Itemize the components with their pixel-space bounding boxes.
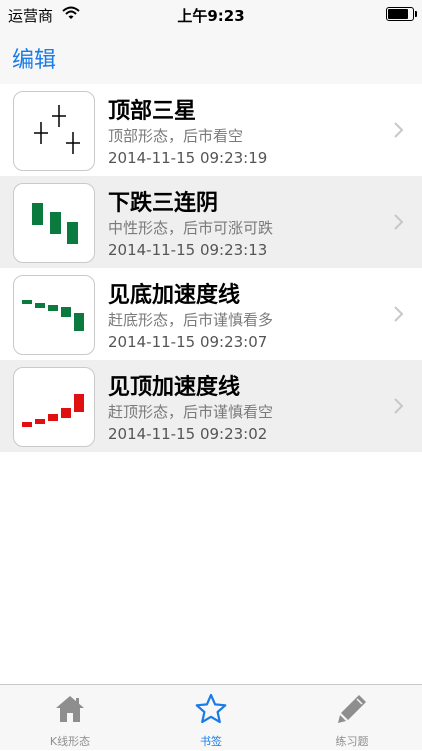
- status-time: 上午9:23: [177, 7, 245, 25]
- bookmark-title: 顶部三星: [108, 99, 197, 124]
- three-falling-bearish-candles-icon: [13, 183, 95, 263]
- chevron-right-icon: [394, 214, 404, 230]
- status-bar: 运营商 上午9:23: [0, 0, 422, 28]
- bookmark-date: 2014-11-15 09:23:07: [108, 333, 268, 351]
- bottom-acceleration-line-icon: [13, 275, 95, 355]
- bookmark-date: 2014-11-15 09:23:19: [108, 149, 268, 167]
- bookmark-title: 见底加速度线: [108, 283, 241, 308]
- chevron-right-icon: [394, 122, 404, 138]
- star-icon: [195, 693, 227, 724]
- chevron-right-icon: [394, 398, 404, 414]
- bookmark-date: 2014-11-15 09:23:02: [108, 425, 268, 443]
- bookmark-date: 2014-11-15 09:23:13: [108, 241, 268, 259]
- pencil-icon: [338, 695, 366, 723]
- bookmark-subtitle: 顶部形态，后市看空: [108, 127, 244, 145]
- tab-bar: K线形态 书签 练习题: [0, 684, 422, 750]
- tab-label: 书签: [200, 735, 222, 748]
- bookmark-title: 见顶加速度线: [108, 375, 241, 400]
- tab-bookmarks[interactable]: 书签: [141, 685, 281, 751]
- bookmark-title: 下跌三连阴: [108, 191, 219, 216]
- bookmark-list: 顶部三星 顶部形态，后市看空 2014-11-15 09:23:19 下跌三连阴…: [0, 84, 422, 452]
- bookmark-subtitle: 中性形态，后市可涨可跌: [108, 219, 274, 237]
- list-item[interactable]: 见顶加速度线 赶顶形态，后市谨慎看空 2014-11-15 09:23:02: [0, 360, 422, 452]
- bookmark-subtitle: 赶底形态，后市谨慎看多: [108, 311, 274, 329]
- bookmark-subtitle: 赶顶形态，后市谨慎看空: [108, 403, 274, 421]
- list-item[interactable]: 顶部三星 顶部形态，后市看空 2014-11-15 09:23:19: [0, 84, 422, 176]
- list-item[interactable]: 见底加速度线 赶底形态，后市谨慎看多 2014-11-15 09:23:07: [0, 268, 422, 360]
- tab-label: K线形态: [49, 735, 91, 748]
- tab-label: 练习题: [335, 735, 369, 748]
- battery-icon: [386, 7, 417, 21]
- tab-k-line-patterns[interactable]: K线形态: [0, 685, 140, 751]
- home-icon: [56, 696, 84, 722]
- top-acceleration-line-icon: [13, 367, 95, 447]
- tab-exercises[interactable]: 练习题: [282, 685, 422, 751]
- edit-button[interactable]: 编辑: [12, 42, 56, 74]
- navigation-bar: 编辑: [0, 28, 422, 84]
- list-item[interactable]: 下跌三连阴 中性形态，后市可涨可跌 2014-11-15 09:23:13: [0, 176, 422, 268]
- chevron-right-icon: [394, 306, 404, 322]
- top-three-stars-pattern-icon: [13, 91, 95, 171]
